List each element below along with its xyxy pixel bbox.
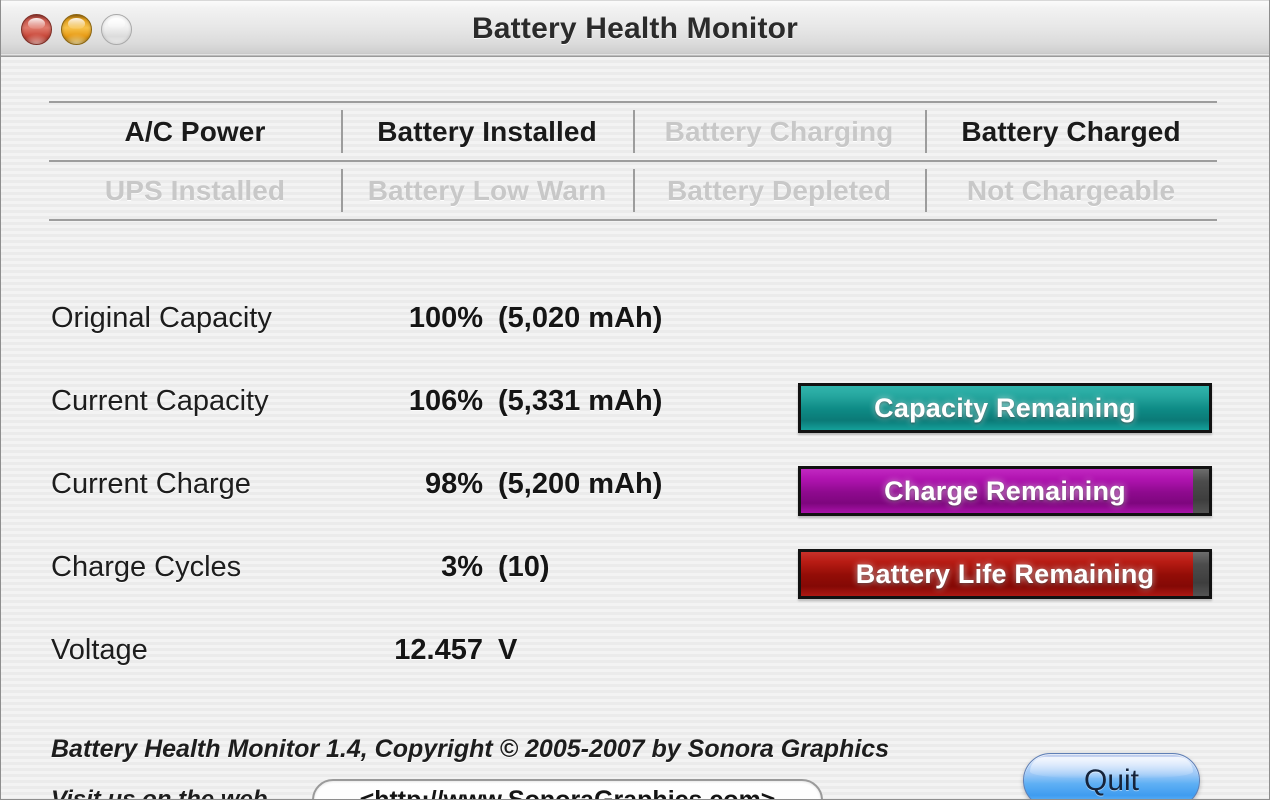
status-battery-depleted: Battery Depleted [633,162,925,219]
readout-list: Original Capacity 100% (5,020 mAh) Curre… [1,302,1269,717]
readout-percent: 98% [424,468,483,500]
readout-percent: 100% [408,302,483,334]
title-bar[interactable]: Battery Health Monitor [1,0,1269,57]
readout-row-charge-cycles: Charge Cycles 3% (10) Battery Life Remai… [1,549,1269,634]
visit-us-label: Visit us on the web [51,786,268,800]
app-window: Battery Health Monitor A/C Power Battery… [0,0,1270,800]
copyright-text: Battery Health Monitor 1.4, Copyright © … [51,735,890,763]
readout-label: Original Capacity [51,302,272,334]
readout-detail: (10) [498,551,550,583]
readout-detail: (5,200 mAh) [498,468,663,500]
website-url-text: <http://www.SonoraGraphics.com> [359,785,776,800]
status-battery-installed: Battery Installed [341,103,633,160]
status-battery-low-warn: Battery Low Warn [341,162,633,219]
status-ac-power: A/C Power [124,115,266,147]
readout-row-voltage: Voltage 12.457 V [1,634,1269,717]
gauge-label: Capacity Remaining [874,392,1136,423]
status-battery-charged: Battery Charged [925,103,1217,160]
website-url-button[interactable]: <http://www.SonoraGraphics.com> [312,779,823,800]
readout-row-original-capacity: Original Capacity 100% (5,020 mAh) [1,302,1269,385]
status-battery-charging: Battery Charging [633,103,925,160]
readout-row-current-capacity: Current Capacity 106% (5,331 mAh) Capaci… [1,383,1269,468]
gauge-label: Battery Life Remaining [855,558,1155,589]
readout-detail: V [498,634,518,666]
status-not-chargeable: Not Chargeable [925,162,1217,219]
readout-label: Voltage [51,634,148,666]
readout-percent: 106% [408,385,483,417]
quit-button[interactable]: Quit [1023,753,1200,799]
readout-detail: (5,331 mAh) [498,385,663,417]
status-row-1: A/C Power Battery Installed Battery Char… [49,103,1217,160]
quit-button-label: Quit [1083,763,1140,797]
gauge-capacity-remaining: Capacity Remaining [798,383,1212,433]
window-title: Battery Health Monitor [471,12,799,45]
status-indicator-grid: A/C Power Battery Installed Battery Char… [49,101,1217,221]
status-ups-installed: UPS Installed [104,174,286,206]
readout-percent: 12.457 [394,634,483,666]
readout-label: Current Capacity [51,385,269,417]
readout-row-current-charge: Current Charge 98% (5,200 mAh) Charge Re… [1,466,1269,551]
gauge-battery-life-remaining: Battery Life Remaining [798,549,1212,599]
status-row-2: UPS Installed Battery Low Warn Battery D… [49,162,1217,219]
gauge-label: Charge Remaining [884,475,1126,506]
grid-rule-bottom [49,219,1217,221]
readout-label: Current Charge [51,468,251,500]
gauge-charge-remaining: Charge Remaining [798,466,1212,516]
readout-label: Charge Cycles [51,551,242,583]
window-content: A/C Power Battery Installed Battery Char… [1,57,1269,799]
readout-detail: (5,020 mAh) [498,302,663,334]
readout-percent: 3% [441,551,483,583]
